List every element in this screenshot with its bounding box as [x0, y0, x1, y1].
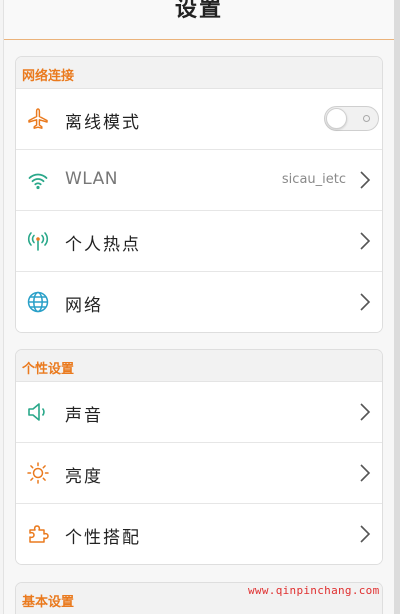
section-personal: 个性设置 声音 亮度 个性搭配: [15, 349, 383, 565]
network-label: 网络: [65, 296, 103, 316]
hotspot-row[interactable]: 个人热点: [16, 211, 382, 272]
toggle-off-indicator: [363, 115, 370, 122]
airplane-icon: [26, 107, 50, 131]
sound-label: 声音: [65, 406, 103, 426]
chevron-right-icon: [358, 231, 372, 251]
network-row[interactable]: 网络: [16, 272, 382, 332]
brightness-label: 亮度: [65, 467, 103, 487]
section-title: 个性设置: [22, 362, 75, 377]
wlan-row[interactable]: WLAN sicau_ietc: [16, 150, 382, 211]
airplane-mode-label: 离线模式: [65, 113, 141, 133]
wifi-icon: [26, 168, 50, 192]
chevron-right-icon: [358, 463, 372, 483]
wlan-ssid: sicau_ietc: [281, 172, 346, 187]
section-header-personal: 个性设置: [16, 350, 382, 382]
scrollbar-track: [394, 0, 400, 614]
watermark-text: www.qinpinchang.com: [248, 584, 380, 597]
section-network: 网络连接 离线模式 WLAN sicau_ietc 个人热点 网络: [15, 56, 383, 333]
theme-row[interactable]: 个性搭配: [16, 504, 382, 564]
app-header: 设置: [4, 0, 394, 40]
globe-icon: [26, 290, 50, 314]
brightness-row[interactable]: 亮度: [16, 443, 382, 504]
puzzle-icon: [26, 522, 50, 546]
page-title: 设置: [174, 0, 223, 22]
airplane-mode-row[interactable]: 离线模式: [16, 89, 382, 150]
speaker-icon: [26, 400, 50, 424]
chevron-right-icon: [358, 402, 372, 422]
hotspot-icon: [26, 229, 50, 253]
sun-icon: [26, 461, 50, 485]
airplane-mode-toggle[interactable]: [324, 106, 379, 131]
chevron-right-icon: [358, 292, 372, 312]
section-title: 基本设置: [22, 595, 75, 610]
section-title: 网络连接: [22, 69, 75, 84]
toggle-knob: [326, 108, 347, 129]
settings-screen: 设置 网络连接 离线模式 WLAN sicau_ietc 个人热点 网络 个性设…: [3, 0, 395, 614]
chevron-right-icon: [358, 524, 372, 544]
theme-label: 个性搭配: [65, 528, 141, 548]
chevron-right-icon: [358, 170, 372, 190]
wlan-label: WLAN: [65, 169, 119, 189]
sound-row[interactable]: 声音: [16, 382, 382, 443]
section-header-network: 网络连接: [16, 57, 382, 89]
hotspot-label: 个人热点: [65, 235, 141, 255]
